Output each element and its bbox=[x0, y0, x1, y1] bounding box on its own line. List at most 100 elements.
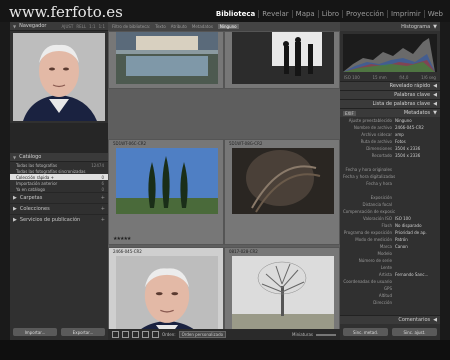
compare-view-icon[interactable] bbox=[132, 331, 139, 338]
metadata-row[interactable]: Artista Fernando Sanc... bbox=[340, 271, 440, 278]
metadata-value: Patrón bbox=[395, 237, 408, 242]
thumbnail[interactable] bbox=[232, 148, 334, 214]
metadata-row[interactable]: Fecha y hora bbox=[340, 180, 440, 187]
preset-label: Ajuste preestablecido bbox=[348, 118, 392, 123]
module-proyeccion[interactable]: Proyección bbox=[342, 10, 387, 18]
thumbnail[interactable] bbox=[116, 148, 218, 214]
metadata-row[interactable] bbox=[340, 187, 440, 194]
export-button[interactable]: Exportar... bbox=[61, 328, 105, 336]
module-web[interactable]: Web bbox=[423, 10, 446, 18]
module-mapa[interactable]: Mapa bbox=[291, 10, 318, 18]
metadata-row[interactable]: Distancia focal bbox=[340, 201, 440, 208]
histogram-header[interactable]: Histograma ▼ bbox=[340, 22, 440, 31]
grid-cell[interactable]: 5D1WT-06C-CR2 ★★★★★ bbox=[108, 139, 224, 245]
module-libro[interactable]: Libro bbox=[317, 10, 342, 18]
module-revelar[interactable]: Revelar bbox=[258, 10, 291, 18]
folders-section[interactable]: ▶ Carpetas + bbox=[10, 192, 108, 203]
folders-title: Carpetas bbox=[19, 195, 43, 201]
metadata-row[interactable]: Programa de exposición Prioridad de ap. bbox=[340, 229, 440, 236]
metadata-row[interactable]: Altitud bbox=[340, 292, 440, 299]
add-icon[interactable]: + bbox=[101, 217, 105, 223]
nav-option-1to1[interactable]: 1:1 bbox=[89, 24, 95, 29]
grid-cell[interactable] bbox=[108, 31, 224, 89]
metadata-row[interactable]: Coordenadas de usuario bbox=[340, 278, 440, 285]
thumbnail-size-slider[interactable] bbox=[316, 333, 336, 336]
metadata-row[interactable] bbox=[340, 159, 440, 166]
metadata-row[interactable]: Flash No disparado bbox=[340, 222, 440, 229]
metadata-row[interactable]: Lente bbox=[340, 264, 440, 271]
courtyard-photo bbox=[116, 32, 218, 84]
expand-triangle-icon: ▶ bbox=[13, 217, 17, 223]
metadata-row[interactable]: Nombre de archivo 2466-045-CR2 bbox=[340, 124, 440, 131]
collections-section[interactable]: ▶ Colecciones + bbox=[10, 203, 108, 214]
quick-develop-header[interactable]: Revelado rápido ◀ bbox=[340, 81, 440, 90]
metadata-header[interactable]: EXIF Metadatos ▼ bbox=[340, 108, 440, 117]
metadata-row[interactable]: Dirección bbox=[340, 299, 440, 306]
metadata-preset-row[interactable]: Ajuste preestablecido Ninguno bbox=[340, 117, 440, 124]
filter-metadata[interactable]: Metadatos bbox=[192, 24, 213, 29]
loupe-view-icon[interactable] bbox=[122, 331, 129, 338]
keywords-header[interactable]: Palabras clave ◀ bbox=[340, 90, 440, 99]
thumbnail[interactable] bbox=[232, 32, 334, 84]
metadata-row[interactable]: Modo de medición Patrón bbox=[340, 236, 440, 243]
metadata-row[interactable]: Ruta de archivo Fotos bbox=[340, 138, 440, 145]
sort-select[interactable]: Orden personalizado bbox=[178, 331, 227, 338]
grid-cell[interactable]: 5D1WT-08G-CR2 bbox=[224, 139, 340, 245]
histogram bbox=[343, 34, 437, 72]
metadata-view-select[interactable]: EXIF bbox=[343, 110, 356, 116]
metadata-row[interactable]: Compensación de exposición bbox=[340, 208, 440, 215]
right-panel: Histograma ▼ ISO 100 15 mm f/4,0 1/6 seg… bbox=[340, 22, 440, 340]
metadata-key: Valoración ISO bbox=[363, 216, 392, 221]
nav-option-fill[interactable]: RELL bbox=[76, 24, 86, 29]
keyword-list-header[interactable]: Lista de palabras clave ◀ bbox=[340, 99, 440, 108]
survey-view-icon[interactable] bbox=[142, 331, 149, 338]
comments-header[interactable]: Comentarios ◀ bbox=[340, 315, 440, 324]
module-imprimir[interactable]: Imprimir bbox=[386, 10, 424, 18]
catalog-header[interactable]: ▼ Catálogo bbox=[10, 153, 108, 162]
module-biblioteca[interactable]: Biblioteca bbox=[213, 10, 258, 18]
publish-services-title: Servicios de publicación bbox=[19, 217, 81, 223]
thumbnail-grid: 5D1WT-06C-CR2 ★★★★★ 5D1WT-08G-CR2 2466-0… bbox=[108, 31, 340, 355]
filter-text[interactable]: Texto bbox=[155, 24, 166, 29]
collapse-triangle-icon: ▼ bbox=[13, 23, 17, 29]
rating-stars: ★★★★★ bbox=[113, 236, 131, 242]
library-filter-bar: Filtro de biblioteca: Texto Atributo Met… bbox=[108, 22, 340, 31]
metadata-row[interactable]: Archivo sidecar xmp bbox=[340, 131, 440, 138]
filter-attribute[interactable]: Atributo bbox=[171, 24, 187, 29]
catalog-item-count: 12474 bbox=[91, 162, 104, 168]
grid-view-icon[interactable] bbox=[112, 331, 119, 338]
metadata-row[interactable]: Dimensiones 3504 x 2336 bbox=[340, 145, 440, 152]
metadata-row[interactable]: Valoración ISO ISO 100 bbox=[340, 215, 440, 222]
add-icon[interactable]: + bbox=[101, 206, 105, 212]
navigator-header[interactable]: ▼ Navegador AJUST RELL 1:1 1:1 bbox=[10, 22, 108, 31]
preset-value: Ninguno bbox=[395, 118, 412, 123]
sync-metadata-button[interactable]: Sinc. metad. bbox=[343, 328, 388, 336]
foggy-tree-photo bbox=[232, 256, 334, 336]
nav-option-custom[interactable]: 1:1 bbox=[99, 24, 105, 29]
filter-none[interactable]: Ninguno bbox=[217, 24, 239, 29]
metadata-row[interactable]: Fecha y hora digitalizadas bbox=[340, 173, 440, 180]
nav-option-fit[interactable]: AJUST bbox=[62, 24, 74, 29]
grid-cell[interactable] bbox=[224, 31, 340, 89]
filter-label: Filtro de biblioteca: bbox=[112, 24, 151, 29]
metadata-row[interactable]: Número de serie bbox=[340, 257, 440, 264]
thumbnail[interactable] bbox=[232, 256, 334, 336]
metadata-title: Metadatos bbox=[403, 110, 431, 116]
aperture-value: f/4,0 bbox=[399, 75, 409, 80]
metadata-row[interactable]: Modelo bbox=[340, 250, 440, 257]
publish-services-section[interactable]: ▶ Servicios de publicación + bbox=[10, 214, 108, 225]
painter-icon[interactable] bbox=[152, 331, 159, 338]
metadata-row[interactable]: Exposición bbox=[340, 194, 440, 201]
metadata-row[interactable]: Recortado 3504 x 2336 bbox=[340, 152, 440, 159]
metadata-row[interactable]: Marca Canon bbox=[340, 243, 440, 250]
navigator-preview[interactable] bbox=[13, 33, 105, 121]
thumbnail[interactable] bbox=[116, 32, 218, 84]
comments-title: Comentarios bbox=[398, 317, 431, 323]
staircase-photo bbox=[232, 148, 334, 214]
import-button[interactable]: Importar... bbox=[13, 328, 57, 336]
metadata-rows: Nombre de archivo 2466-045-CR2 Archivo sid… bbox=[340, 124, 440, 306]
metadata-row[interactable]: GPS bbox=[340, 285, 440, 292]
metadata-row[interactable]: Fecha y hora originales bbox=[340, 166, 440, 173]
sync-settings-button[interactable]: Sinc. ajust. bbox=[392, 328, 437, 336]
add-icon[interactable]: + bbox=[101, 195, 105, 201]
